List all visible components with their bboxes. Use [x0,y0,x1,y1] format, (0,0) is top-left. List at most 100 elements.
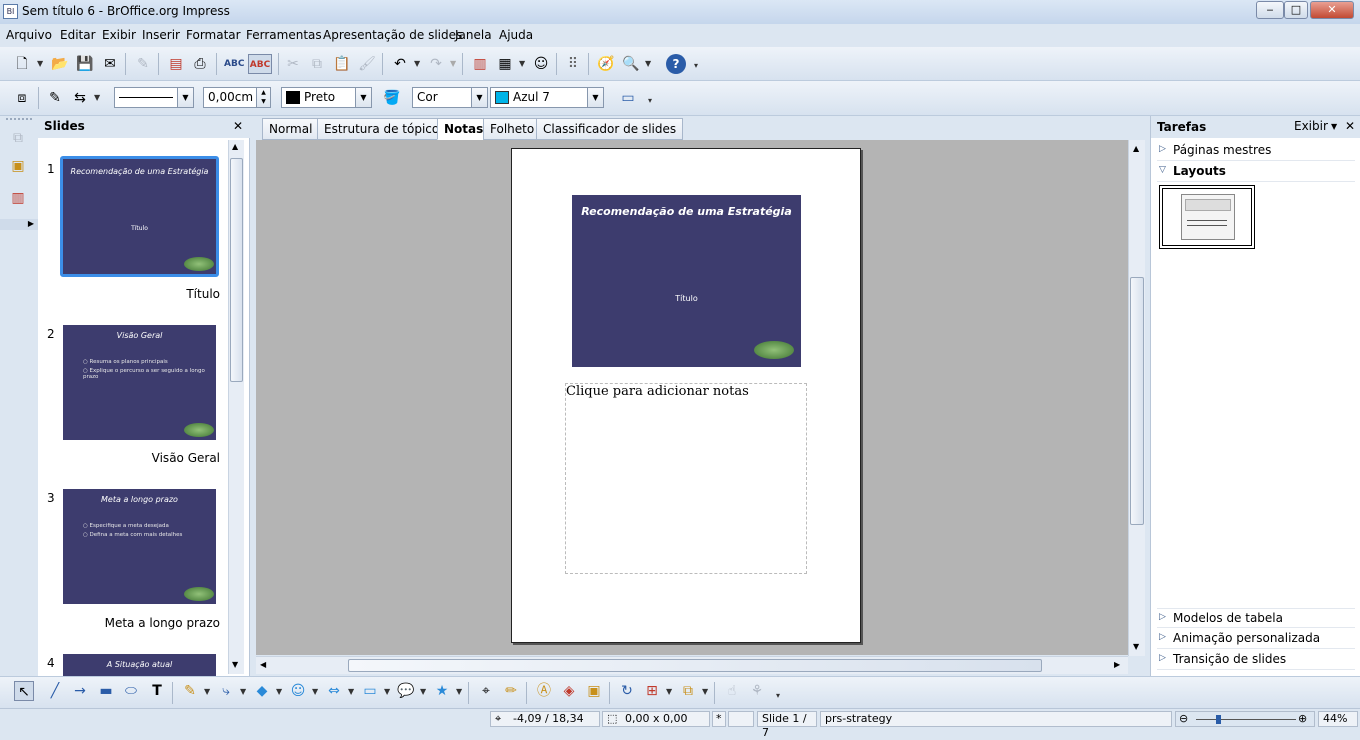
toolbar-more-icon[interactable]: ▾ [776,691,780,700]
tab-normal[interactable]: Normal [262,118,320,140]
zoom-slider[interactable]: ⊖ ⊕ [1175,711,1315,727]
fontwork-gallery-icon[interactable]: Ⓐ [534,681,554,701]
slide-thumbnail-4[interactable]: A Situação atual [63,654,216,676]
slide-chart-icon[interactable]: ▥ [8,188,28,208]
arrange-dropdown-icon[interactable]: ▼ [702,687,708,696]
redo-icon[interactable]: ↷ [426,54,446,74]
scroll-left-icon[interactable]: ◀ [260,660,266,669]
menu-formatar[interactable]: Formatar [186,28,241,42]
clone-format-icon[interactable]: 🖌 [357,54,377,74]
gallery-icon[interactable]: ▣ [584,681,604,701]
menu-apresentacao[interactable]: Apresentação de slides [323,28,462,42]
arrow-style-icon[interactable]: ⇆ [70,88,90,108]
glue-points-icon[interactable]: ✏ [501,681,521,701]
menu-ferramentas[interactable]: Ferramentas [246,28,322,42]
print-icon[interactable]: ⎙ [190,54,210,74]
callouts-icon[interactable]: 💬 [396,681,416,701]
tasks-view-menu[interactable]: Exibir [1294,119,1328,133]
line-color-select[interactable]: Preto ▼ [281,87,372,108]
notes-slide-preview[interactable]: Recomendação de uma Estratégia Título [572,195,801,367]
redo-dropdown-icon[interactable]: ▼ [450,59,456,68]
stars-dropdown-icon[interactable]: ▼ [456,687,462,696]
save-icon[interactable]: 💾 [75,54,95,74]
chevron-down-icon[interactable]: ▼ [355,88,371,107]
flowchart-dropdown-icon[interactable]: ▼ [384,687,390,696]
arrange-icon[interactable]: ⧉ [678,681,698,701]
select-arrow-icon[interactable]: ↖ [14,681,34,701]
view-dropdown-icon[interactable]: ▼ [1331,122,1337,131]
scrollbar-thumb[interactable] [230,158,243,382]
slide-thumbnail-3[interactable]: Meta a longo prazo ○ Especifique a meta … [63,489,216,604]
signature-field[interactable] [728,711,754,727]
basic-shapes-icon[interactable]: ◆ [252,681,272,701]
close-window-button[interactable]: ✕ [1310,1,1354,19]
menu-ajuda[interactable]: Ajuda [499,28,533,42]
view-vertical-scrollbar[interactable]: ▲ ▼ [1128,140,1145,656]
table-icon[interactable]: ▦ [495,54,515,74]
area-color-select[interactable]: Azul 7 ▼ [490,87,604,108]
stars-icon[interactable]: ★ [432,681,452,701]
flowchart-icon[interactable]: ▭ [360,681,380,701]
symbol-shapes-icon[interactable]: ☺ [288,681,308,701]
extrusion-icon[interactable]: ☝ [722,681,742,701]
line-width-spinner[interactable]: 0,00cm ▲ ▼ [203,87,271,108]
view-horizontal-scrollbar[interactable]: ◀ ▶ [256,656,1128,674]
zoom-in-icon[interactable]: ⊕ [1298,712,1307,726]
callouts-dropdown-icon[interactable]: ▼ [420,687,426,696]
from-file-icon[interactable]: ◈ [559,681,579,701]
curve-dropdown-icon[interactable]: ▼ [204,687,210,696]
email-icon[interactable]: ✉ [100,54,120,74]
maximize-button[interactable]: □ [1284,1,1308,19]
block-arrows-icon[interactable]: ⇔ [324,681,344,701]
scroll-down-icon[interactable]: ▼ [1133,642,1139,651]
basic-shapes-dropdown-icon[interactable]: ▼ [276,687,282,696]
slide-show-icon[interactable]: ⧉ [8,128,28,148]
minimize-button[interactable]: ‒ [1256,1,1284,19]
scroll-up-icon[interactable]: ▲ [1133,144,1139,153]
line-icon[interactable]: ✎ [45,88,65,108]
slide-thumbnail-1[interactable]: Recomendação de uma Estratégia Título [63,159,216,274]
zoom-thumb[interactable] [1216,715,1221,724]
new-document-icon[interactable]: 🗋 [12,54,32,74]
grid-icon[interactable]: ⠿ [563,54,583,74]
section-slide-transition[interactable]: ▷ Transição de slides [1157,650,1355,670]
ellipse-tool-icon[interactable]: ⬭ [121,681,141,701]
navigator-icon[interactable]: 🧭 [596,54,616,74]
copy-icon[interactable]: ⧉ [307,54,327,74]
undo-icon[interactable]: ↶ [390,54,410,74]
area-style-select[interactable]: Cor ▼ [412,87,488,108]
area-fill-icon[interactable]: 🪣 [382,88,402,108]
rotate-icon[interactable]: ↻ [617,681,637,701]
close-icon[interactable]: ✕ [1345,119,1355,133]
help-icon[interactable]: ? [666,54,686,74]
scrollbar-thumb[interactable] [1130,277,1144,525]
spin-arrows-icon[interactable]: ▲ ▼ [256,88,270,107]
zoom-dropdown-icon[interactable]: ▼ [645,59,651,68]
zoom-percent[interactable]: 44% [1318,711,1358,727]
undo-dropdown-icon[interactable]: ▼ [414,59,420,68]
alignment-icon[interactable]: ⊞ [642,681,662,701]
arrow-style-dropdown-icon[interactable]: ▼ [94,93,100,102]
points-icon[interactable]: ⌖ [476,681,496,701]
symbol-dropdown-icon[interactable]: ▼ [312,687,318,696]
scroll-up-icon[interactable]: ▲ [232,142,238,151]
new-dropdown-icon[interactable]: ▼ [37,59,43,68]
line-style-select[interactable]: ▼ [114,87,194,108]
fontwork-icon[interactable]: ☺ [531,54,551,74]
menu-janela[interactable]: Janela [455,28,492,42]
menu-exibir[interactable]: Exibir [102,28,136,42]
shadow-icon[interactable]: ▭ [618,88,638,108]
spellcheck-icon[interactable]: ABC [224,54,244,74]
toolbar-more-icon[interactable]: ▾ [694,61,698,70]
alignment-dropdown-icon[interactable]: ▼ [666,687,672,696]
slide-thumbnail-2[interactable]: Visão Geral ○ Resuma os planos principai… [63,325,216,440]
export-pdf-icon[interactable]: ▤ [166,54,186,74]
line-tool-icon[interactable]: ╱ [45,681,65,701]
section-table-design[interactable]: ▷ Modelos de tabela [1157,608,1355,628]
scroll-right-icon[interactable]: ▶ [1114,660,1120,669]
connector-dropdown-icon[interactable]: ▼ [240,687,246,696]
presentation-icon[interactable]: ▣ [8,156,28,176]
zoom-out-icon[interactable]: ⊖ [1179,712,1188,726]
line-style-dialog-icon[interactable]: ⧈ [12,88,32,108]
slides-scrollbar[interactable]: ▲ ▼ [228,140,244,674]
